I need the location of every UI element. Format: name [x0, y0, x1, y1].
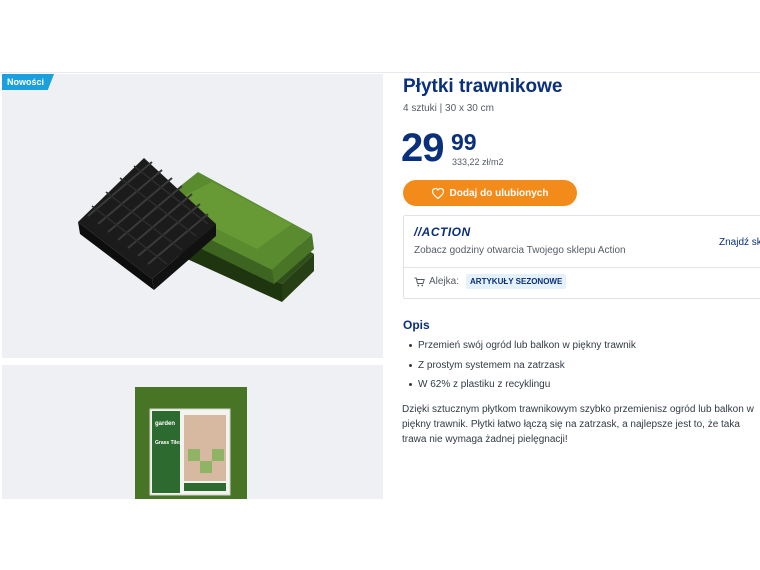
- price: 29 99: [401, 126, 477, 170]
- aisle-info: Alejka: ARTYKUŁY SEZONOWE: [414, 274, 567, 289]
- description-heading: Opis: [403, 318, 430, 332]
- store-card: //ACTION Zobacz godziny otwarcia Twojego…: [403, 215, 760, 299]
- header-divider: [0, 72, 760, 73]
- heart-icon: [431, 187, 444, 199]
- favorites-label: Dodaj do ulubionych: [449, 187, 549, 199]
- package-brand: garden: [155, 421, 175, 427]
- bullet-item: W 62% z plastiku z recyklingu: [403, 377, 636, 397]
- action-logo: //ACTION: [414, 225, 471, 239]
- bullet-item: Z prostym systemem na zatrzask: [403, 358, 636, 378]
- price-integer: 29: [401, 126, 444, 170]
- price-decimal: 99: [451, 129, 477, 155]
- grass-tiles-photo: [78, 158, 314, 302]
- cart-icon: [414, 277, 425, 286]
- new-badge: Nowości: [2, 74, 55, 90]
- product-title: Płytki trawnikowe: [403, 76, 563, 97]
- bullet-item: Przemień swój ogród lub balkon w piękny …: [403, 338, 636, 358]
- aisle-label: Alejka:: [429, 276, 460, 287]
- store-info: //ACTION Zobacz godziny otwarcia Twojego…: [404, 216, 760, 268]
- add-to-favorites-button[interactable]: Dodaj do ulubionych: [403, 180, 577, 206]
- main-product-image[interactable]: Nowości: [2, 74, 383, 358]
- store-hours-text: Zobacz godziny otwarcia Twojego sklepu A…: [414, 245, 626, 256]
- product-thumbnail[interactable]: garden Grass Tiles: [2, 365, 383, 499]
- unit-price: 333,22 zł/m2: [452, 157, 504, 167]
- find-store-link[interactable]: Znajdź sk: [719, 237, 760, 248]
- aisle-badge: ARTYKUŁY SEZONOWE: [466, 274, 567, 289]
- description-body: Dzięki sztucznym płytkom trawnikowym szy…: [402, 404, 754, 445]
- package-photo: garden Grass Tiles: [135, 387, 247, 499]
- description-bullets: Przemień swój ogród lub balkon w piękny …: [403, 338, 636, 397]
- product-subtitle: 4 sztuki | 30 x 30 cm: [403, 103, 494, 114]
- package-name: Grass Tiles: [155, 440, 182, 446]
